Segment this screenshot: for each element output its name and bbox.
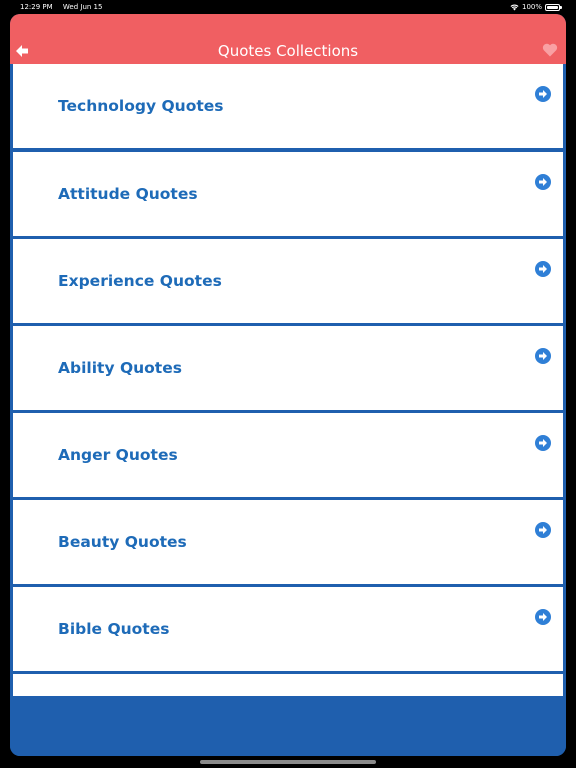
arrow-right-circle-icon[interactable] <box>535 522 551 538</box>
list-item-label: Ability Quotes <box>58 359 182 377</box>
status-right: 100% <box>510 0 562 14</box>
list-item-beauty[interactable]: Beauty Quotes <box>13 500 563 584</box>
list-item-ability[interactable]: Ability Quotes <box>13 326 563 410</box>
app-window: Quotes Collections Technology Quotes Att… <box>10 14 566 756</box>
arrow-right-circle-icon[interactable] <box>535 348 551 364</box>
list-item-attitude[interactable]: Attitude Quotes <box>13 152 563 236</box>
wifi-icon <box>510 4 519 10</box>
list-item-bible[interactable]: Bible Quotes <box>13 587 563 671</box>
arrow-right-circle-icon[interactable] <box>535 86 551 102</box>
battery-icon <box>545 3 562 11</box>
battery-percent: 100% <box>521 3 542 11</box>
list-item-label: Anger Quotes <box>58 446 178 464</box>
heart-icon[interactable] <box>542 42 558 57</box>
status-bar: 12:29 PM Wed Jun 15 100% <box>0 0 576 14</box>
arrow-right-circle-icon[interactable] <box>535 174 551 190</box>
list-item-label: Technology Quotes <box>58 97 224 115</box>
list-item-partial[interactable] <box>13 674 563 696</box>
list-item-label: Bible Quotes <box>58 620 170 638</box>
arrow-right-circle-icon[interactable] <box>535 609 551 625</box>
home-indicator[interactable] <box>200 760 376 764</box>
footer-banner <box>10 696 566 756</box>
list-item-technology[interactable]: Technology Quotes <box>13 64 563 148</box>
list-item-anger[interactable]: Anger Quotes <box>13 413 563 497</box>
status-time: 12:29 PM <box>20 3 53 11</box>
status-date: Wed Jun 15 <box>62 3 103 11</box>
list-item-label: Attitude Quotes <box>58 185 198 203</box>
header-bar: Quotes Collections <box>10 14 566 64</box>
arrow-right-circle-icon[interactable] <box>535 261 551 277</box>
list-item-experience[interactable]: Experience Quotes <box>13 239 563 323</box>
list-item-label: Experience Quotes <box>58 272 222 290</box>
page-title: Quotes Collections <box>217 42 359 60</box>
quotes-list: Technology Quotes Attitude Quotes Experi… <box>10 64 566 696</box>
list-item-label: Beauty Quotes <box>58 533 187 551</box>
arrow-right-circle-icon[interactable] <box>535 435 551 451</box>
status-left: 12:29 PM Wed Jun 15 <box>20 0 110 14</box>
